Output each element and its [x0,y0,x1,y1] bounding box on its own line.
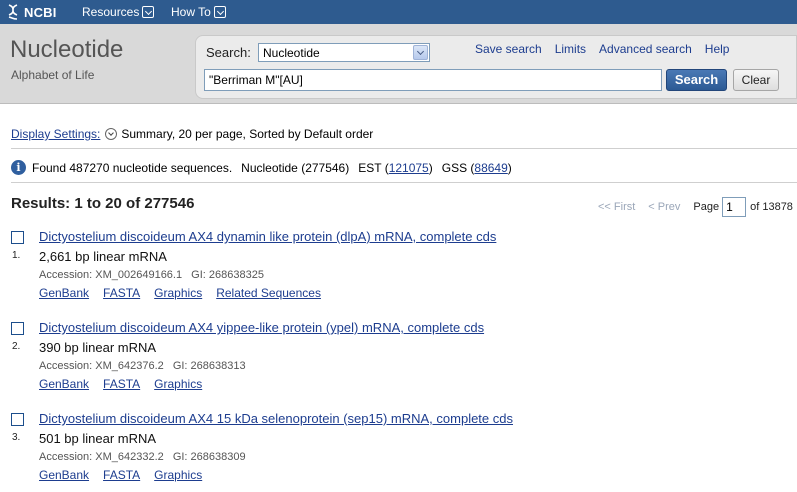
save-search-link[interactable]: Save search [475,42,542,56]
database-subtitle: Alphabet of Life [11,68,95,82]
genbank-link[interactable]: GenBank [39,377,89,391]
found-text: Found 487270 nucleotide sequences. [32,160,233,175]
display-settings-text: Summary, 20 per page, Sorted by Default … [121,127,374,141]
result-number: 3. [12,432,21,443]
pager: << First < Prev Page 1 of 13878 [598,197,793,217]
result-accession: Accession: XM_002649166.1 [39,269,183,281]
graphics-link[interactable]: Graphics [154,468,202,482]
resources-menu[interactable]: Resources [82,4,155,20]
how-to-menu-label: How To [171,5,211,19]
result-title-link[interactable]: Dictyostelium discoideum AX4 yippee-like… [39,320,484,335]
chevron-down-icon [213,6,226,18]
search-links: Save search Limits Advanced search Help [475,42,742,56]
result-description: 501 bp linear mRNA [39,431,157,446]
result-checkbox[interactable] [11,413,24,426]
database-select-value: Nucleotide [263,46,320,60]
database-select[interactable]: Nucleotide [258,43,430,62]
page-label: Page [693,201,720,213]
divider [11,148,797,149]
est-count-link[interactable]: 121075 [389,161,429,175]
search-label: Search: [206,45,251,60]
prev-page-link[interactable]: < Prev [648,201,680,213]
result-links: GenBank FASTA Graphics Related Sequences [39,286,335,300]
gss-label: GSS ( [441,160,475,175]
est-label: EST ( [358,160,389,175]
header: Nucleotide Alphabet of Life Search: Nucl… [0,24,797,104]
display-settings: Display Settings: Summary, 20 per page, … [11,127,373,141]
result-links: GenBank FASTA Graphics [39,468,216,482]
result-number: 1. [12,250,21,261]
found-summary: i Found 487270 nucleotide sequences. Nuc… [11,160,512,175]
graphics-link[interactable]: Graphics [154,377,202,391]
results-title: Results: 1 to 20 of 277546 [11,195,195,212]
database-title: Nucleotide [10,36,124,63]
result-links: GenBank FASTA Graphics [39,377,216,391]
result-gi: GI: 268638313 [172,360,246,372]
top-bar: NCBI Resources How To [0,0,797,24]
search-panel: Search: Nucleotide Save search Limits Ad… [195,35,797,99]
result-meta: Accession: XM_642332.2 GI: 268638309 [39,451,246,463]
result-gi: GI: 268638325 [191,269,264,281]
result-description: 2,661 bp linear mRNA [39,249,167,264]
result-accession: Accession: XM_642332.2 [39,451,164,463]
fasta-link[interactable]: FASTA [103,468,140,482]
first-page-link[interactable]: << First [598,201,635,213]
ncbi-logo[interactable]: NCBI [6,3,57,21]
resources-menu-label: Resources [82,5,140,19]
clear-button[interactable]: Clear [733,69,779,91]
fasta-link[interactable]: FASTA [103,286,140,300]
result-title-link[interactable]: Dictyostelium discoideum AX4 dynamin lik… [39,229,496,244]
result-accession: Accession: XM_642376.2 [39,360,164,372]
gss-count-link[interactable]: 88649 [474,161,507,175]
result-title-link[interactable]: Dictyostelium discoideum AX4 15 kDa sele… [39,411,513,426]
divider [11,182,797,183]
genbank-link[interactable]: GenBank [39,286,89,300]
close-paren: ) [428,160,433,175]
info-icon: i [11,160,26,175]
result-checkbox[interactable] [11,322,24,335]
result-description: 390 bp linear mRNA [39,340,157,355]
related-sequences-link[interactable]: Related Sequences [216,286,321,300]
result-checkbox[interactable] [11,231,24,244]
limits-link[interactable]: Limits [555,42,586,56]
result-gi: GI: 268638309 [172,451,246,463]
how-to-menu[interactable]: How To [171,4,226,20]
close-paren: ) [507,160,512,175]
ncbi-helix-icon [8,4,18,20]
genbank-link[interactable]: GenBank [39,468,89,482]
chevron-down-icon[interactable] [105,128,118,140]
help-link[interactable]: Help [705,42,730,56]
nucleotide-count: Nucleotide (277546) [241,160,350,175]
fasta-link[interactable]: FASTA [103,377,140,391]
page-number-input[interactable]: 1 [722,197,747,217]
result-meta: Accession: XM_642376.2 GI: 268638313 [39,360,246,372]
result-meta: Accession: XM_002649166.1 GI: 268638325 [39,269,264,281]
search-button[interactable]: Search [666,69,727,91]
chevron-down-icon [142,6,155,18]
graphics-link[interactable]: Graphics [154,286,202,300]
search-query-input[interactable]: "Berriman M"[AU] [204,69,662,91]
dropdown-arrow-icon[interactable] [413,45,428,60]
advanced-search-link[interactable]: Advanced search [599,42,692,56]
page-count: of 13878 [750,201,793,213]
display-settings-link[interactable]: Display Settings: [11,127,100,141]
ncbi-logo-text: NCBI [24,4,57,20]
result-number: 2. [12,341,21,352]
